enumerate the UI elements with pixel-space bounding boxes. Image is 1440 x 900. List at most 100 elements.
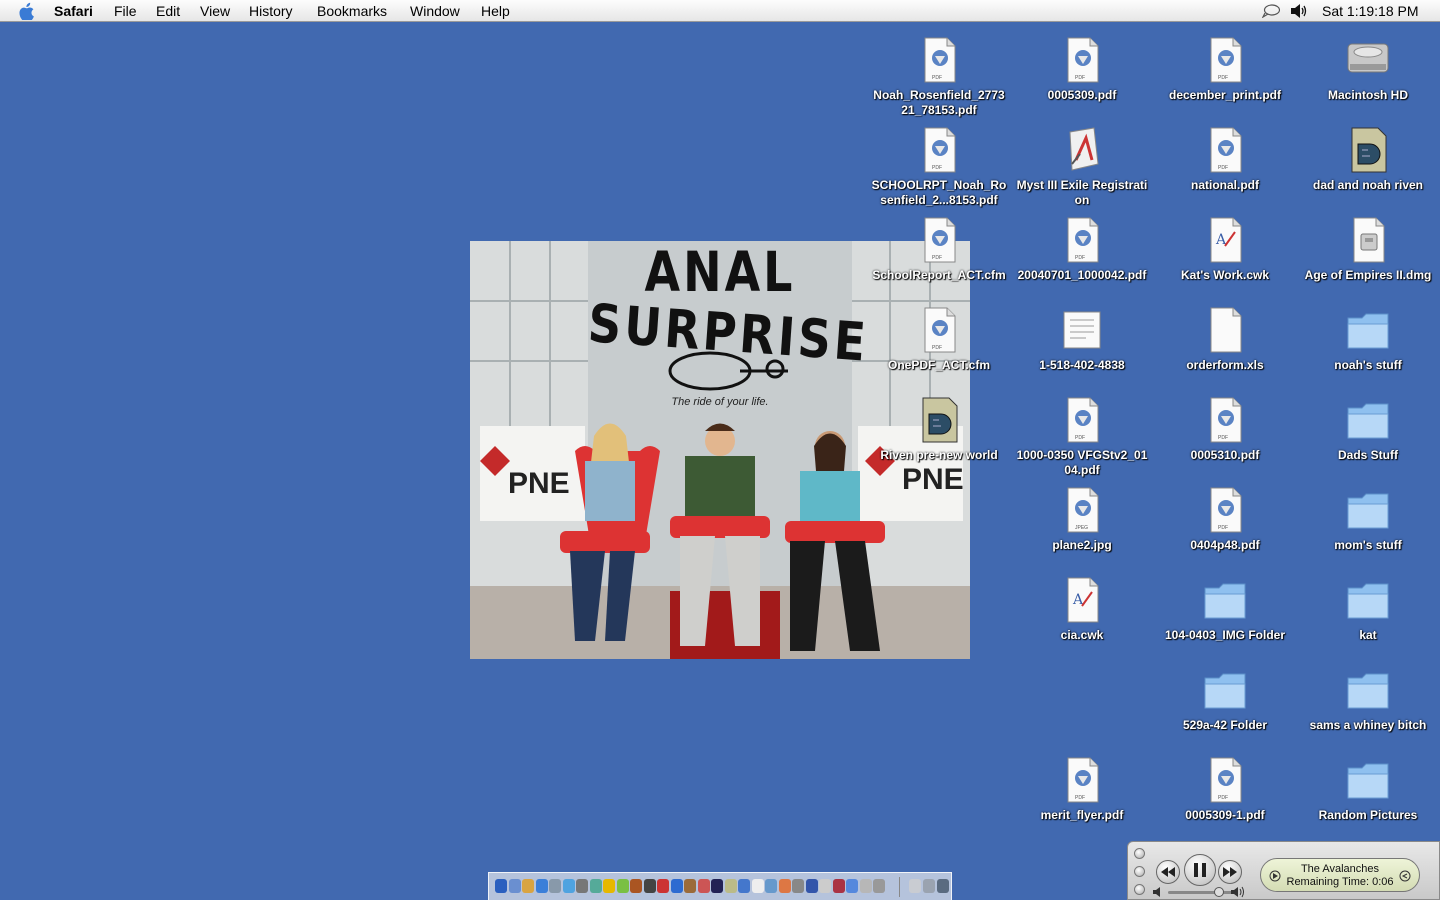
pdf-icon: PDF <box>924 217 956 263</box>
desktop-icon[interactable]: A Kat's Work.cwk <box>1155 214 1295 283</box>
desktop-icon[interactable]: PDF merit_flyer.pdf <box>1012 754 1152 823</box>
desktop-icon[interactable]: JPEG plane2.jpg <box>1012 484 1152 553</box>
player-close-button[interactable] <box>1134 848 1145 859</box>
svg-text:PDF: PDF <box>1075 435 1085 441</box>
menu-help[interactable]: Help <box>481 3 510 19</box>
dock-app-icon[interactable] <box>805 879 818 893</box>
player-zoom-button[interactable] <box>1134 884 1145 895</box>
desktop-icon-label: dad and noah riven <box>1312 178 1423 192</box>
dock-app-icon[interactable] <box>873 879 885 893</box>
desktop-icon[interactable]: dad and noah riven <box>1298 124 1438 193</box>
dock-app-icon[interactable] <box>792 879 804 893</box>
desktop-icon-label: kat <box>1359 628 1377 642</box>
svg-text:PDF: PDF <box>1218 525 1228 531</box>
dock-app-icon[interactable] <box>765 879 777 893</box>
dock-app-icon[interactable] <box>522 879 534 893</box>
apple-menu-icon[interactable] <box>16 2 36 20</box>
dock-app-icon[interactable] <box>859 879 872 893</box>
menu-window[interactable]: Window <box>410 3 460 19</box>
dock-app-icon[interactable] <box>751 879 764 893</box>
dock-app-icon[interactable] <box>630 879 642 893</box>
dock-app-icon[interactable] <box>724 879 737 893</box>
play-pause-button[interactable] <box>1184 854 1216 886</box>
dock-window-icon[interactable] <box>937 879 949 893</box>
menu-view[interactable]: View <box>200 3 230 19</box>
desktop-icon[interactable]: Myst III Exile Registration <box>1012 124 1152 208</box>
dock-app-icon[interactable] <box>670 879 683 893</box>
desktop-icon[interactable]: PDF 0404p48.pdf <box>1155 484 1295 553</box>
menu-file[interactable]: File <box>114 3 137 19</box>
desktop-icon[interactable]: PDF SCHOOLRPT_Noah_Rosenfield_2...8153.pd… <box>869 124 1009 208</box>
dock-app-icon[interactable] <box>643 879 656 893</box>
desktop-icon[interactable]: 529a-42 Folder <box>1155 664 1295 733</box>
dock-app-icon[interactable] <box>508 879 521 893</box>
menu-app-name[interactable]: Safari <box>54 3 93 19</box>
dock-app-icon[interactable] <box>819 879 831 893</box>
dock <box>488 872 952 900</box>
dock-window-icon[interactable] <box>909 879 921 893</box>
dock-app-icon[interactable] <box>562 879 575 893</box>
desktop-icon[interactable]: PDF 20040701_1000042.pdf <box>1012 214 1152 283</box>
dock-app-icon[interactable] <box>549 879 561 893</box>
dock-app-icon[interactable] <box>738 879 750 893</box>
dock-window-icon[interactable] <box>923 879 935 893</box>
dock-app-icon[interactable] <box>778 879 791 893</box>
desktop-icon[interactable]: PDF OnePDF_ACT.cfm <box>869 304 1009 373</box>
dock-app-icon[interactable] <box>616 879 629 893</box>
dock-app-icon[interactable] <box>684 879 696 893</box>
dock-app-icon[interactable] <box>697 879 710 893</box>
volume-icon[interactable] <box>1290 3 1308 19</box>
player-display[interactable]: The Avalanches Remaining Time: 0:06 <box>1260 858 1420 892</box>
desktop-icon[interactable]: PDF 0005309.pdf <box>1012 34 1152 103</box>
menu-edit[interactable]: Edit <box>156 3 180 19</box>
menu-history[interactable]: History <box>249 3 293 19</box>
pdf-icon: PDF <box>1210 757 1242 803</box>
desktop-icon[interactable]: orderform.xls <box>1155 304 1295 373</box>
previous-button[interactable] <box>1156 860 1180 884</box>
desktop-icon[interactable]: PDF 0005310.pdf <box>1155 394 1295 463</box>
desktop-icon[interactable]: kat <box>1298 574 1438 643</box>
desktop-icon[interactable]: Acia.cwk <box>1012 574 1152 643</box>
volume-low-icon <box>1153 887 1160 897</box>
svg-text:PDF: PDF <box>932 75 942 81</box>
desktop-icon[interactable]: PDF Noah_Rosenfield_277321_78153.pdf <box>869 34 1009 118</box>
desktop-icon[interactable]: Random Pictures <box>1298 754 1438 823</box>
dock-app-icon[interactable] <box>576 879 588 893</box>
dock-app-icon[interactable] <box>832 879 845 893</box>
desktop-icon[interactable]: Macintosh HD <box>1298 34 1438 103</box>
dock-app-icon[interactable] <box>495 879 507 893</box>
player-minimize-button[interactable] <box>1134 866 1145 877</box>
desktop-icon[interactable]: PDF december_print.pdf <box>1155 34 1295 103</box>
desktop-icon[interactable]: PDF 0005309-1.pdf <box>1155 754 1295 823</box>
desktop-icon[interactable]: PDF 1000-0350 VFGStv2_0104.pdf <box>1012 394 1152 478</box>
menu-bookmarks[interactable]: Bookmarks <box>317 3 387 19</box>
desktop-icon[interactable]: PDF national.pdf <box>1155 124 1295 193</box>
dock-app-icon[interactable] <box>603 879 615 893</box>
snapback-icon[interactable] <box>1399 870 1411 882</box>
desktop-icon[interactable]: mom's stuff <box>1298 484 1438 553</box>
dock-app-icon[interactable] <box>846 879 858 893</box>
menu-clock[interactable]: Sat 1:19:18 PM <box>1322 3 1419 19</box>
next-button[interactable] <box>1218 860 1242 884</box>
desktop-icon[interactable]: 104-0403_IMG Folder <box>1155 574 1295 643</box>
dock-app-icon[interactable] <box>589 879 602 893</box>
desktop-icon-label: SCHOOLRPT_Noah_Rosenfield_2...8153.pdf <box>871 178 1007 207</box>
desktop-icon[interactable]: Age of Empires II.dmg <box>1298 214 1438 283</box>
pdf-icon: PDF <box>924 307 956 353</box>
desktop-icon-label: 1000-0350 VFGStv2_0104.pdf <box>1016 448 1148 477</box>
desktop-icon[interactable]: PDF SchoolReport_ACT.cfm <box>869 214 1009 283</box>
dock-app-icon[interactable] <box>535 879 548 893</box>
speech-bubble-icon[interactable] <box>1262 4 1280 18</box>
desktop-icon[interactable]: 1-518-402-4838 <box>1012 304 1152 373</box>
dock-app-icon[interactable] <box>657 879 669 893</box>
dock-app-icon[interactable] <box>711 879 723 893</box>
desktop-icon[interactable]: sams a whiney bitch <box>1298 664 1438 733</box>
volume-knob[interactable] <box>1214 887 1224 897</box>
desktop-icon[interactable]: Dads Stuff <box>1298 394 1438 463</box>
desktop-icon[interactable]: Riven pre-new world <box>869 394 1009 463</box>
volume-slider[interactable] <box>1168 891 1238 894</box>
doc-icon <box>1210 307 1242 353</box>
desktop-icon[interactable]: noah's stuff <box>1298 304 1438 373</box>
volume-high-icon <box>1231 886 1244 898</box>
display-mode-icon[interactable] <box>1269 870 1281 882</box>
